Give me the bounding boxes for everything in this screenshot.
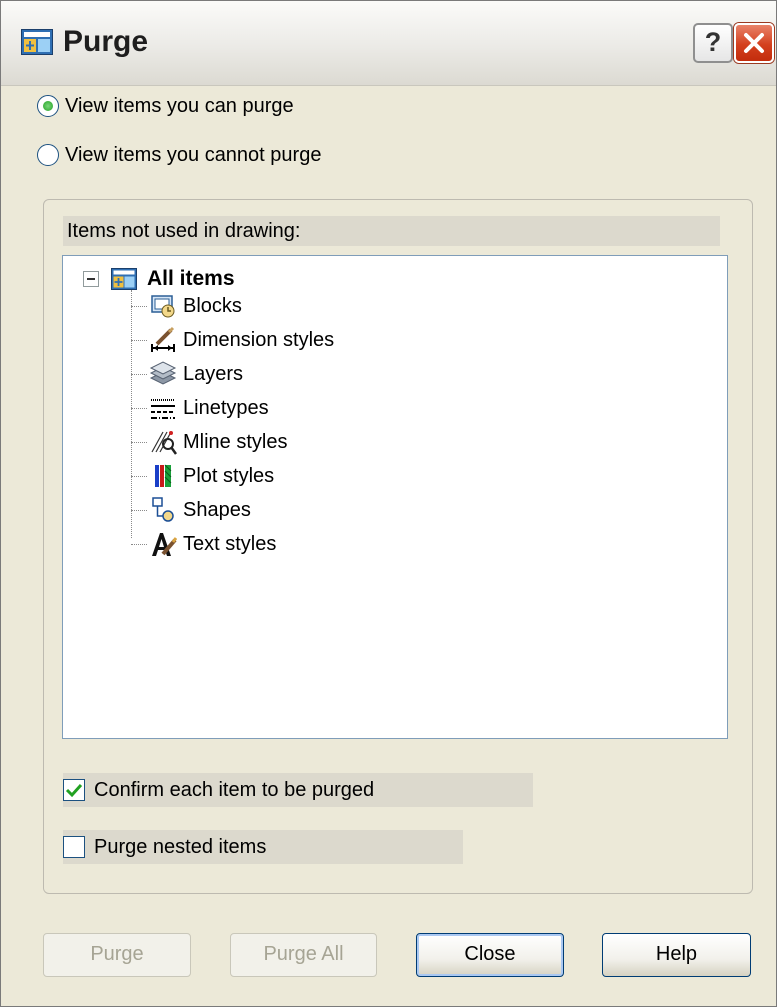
tree-item-shapes[interactable]: Shapes [131,494,251,526]
tree-item-label: Text styles [183,532,277,555]
radio-view-non-purgeable[interactable]: View items you cannot purge [37,138,321,172]
blocks-icon [151,295,175,318]
close-x-icon [744,33,764,53]
help-question-icon: ? [704,27,722,57]
tree-item-dimension-styles[interactable]: Dimension styles [131,324,334,356]
purge-nested-label: Purge nested items [94,835,267,858]
confirm-checkbox[interactable] [63,779,85,801]
tree-item-blocks[interactable]: Blocks [131,290,242,322]
tree-item-plot-styles[interactable]: Plot styles [131,460,274,492]
close-button[interactable]: Close [416,933,564,977]
title-close-button[interactable] [734,23,774,63]
tree-item-label: Blocks [183,294,242,317]
tree-item-label: Plot styles [183,464,275,487]
help-button[interactable]: Help [602,933,751,977]
tree-item-label: Dimension styles [183,328,335,351]
title-bar[interactable]: Purge ? [1,1,776,86]
radio-label: View items you cannot purge [65,143,322,166]
tree-root-label: All items [147,267,235,290]
tree-item-layers[interactable]: Layers [131,358,243,390]
tree-item-label: Layers [183,362,244,385]
tree-item-mline-styles[interactable]: Mline styles [131,426,287,458]
plot-styles-icon [155,464,172,487]
purge-app-icon [21,29,53,55]
linetypes-icon [151,399,175,419]
tree-item-label: Mline styles [183,430,288,453]
purge-nested-option[interactable]: Purge nested items [63,830,266,864]
collapse-toggle-icon[interactable] [83,271,99,287]
radio-button-unchecked[interactable] [37,144,59,166]
shapes-icon [152,497,174,522]
tree-item-label: Linetypes [183,396,269,419]
purge-dialog: Purge ? View items you can purge View it… [0,0,777,1007]
text-styles-icon [152,533,177,556]
mline-styles-icon [151,431,177,455]
tree-item-label: Shapes [183,498,251,521]
radio-button-checked[interactable] [37,95,59,117]
confirm-each-item-option[interactable]: Confirm each item to be purged [63,773,374,807]
checkmark-icon [65,783,83,798]
radio-view-purgeable[interactable]: View items you can purge [37,89,294,123]
layers-icon [149,361,177,385]
confirm-label: Confirm each item to be purged [94,778,375,801]
title-help-button[interactable]: ? [693,23,733,63]
dimension-styles-icon [151,326,175,352]
tree-header-label: Items not used in drawing: [67,220,301,242]
purge-app-icon [111,268,137,290]
dialog-title: Purge [63,25,149,58]
purge-all-button[interactable]: Purge All [230,933,377,977]
tree-item-text-styles[interactable]: Text styles [131,528,276,560]
radio-label: View items you can purge [65,94,294,117]
tree-item-linetypes[interactable]: Linetypes [131,392,269,424]
purge-nested-checkbox[interactable] [63,836,85,858]
purge-button[interactable]: Purge [43,933,191,977]
items-tree-view[interactable]: All items Blocks Dimension styles Layers… [62,255,728,739]
tree-header: Items not used in drawing: [63,216,720,246]
